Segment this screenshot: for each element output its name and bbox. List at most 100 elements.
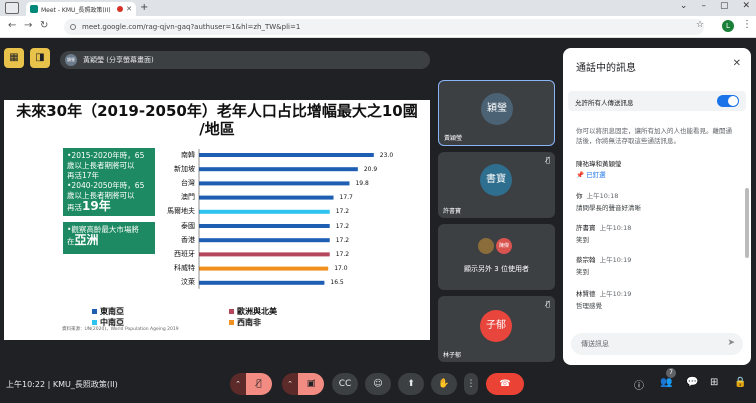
more-options-button[interactable]: ⋮ bbox=[464, 373, 478, 395]
message-body: 笑到 bbox=[576, 236, 589, 244]
value-label: 17.2 bbox=[335, 208, 350, 216]
bar-0 bbox=[199, 153, 374, 157]
bar-8 bbox=[199, 266, 329, 271]
participant-tile[interactable]: 🎙̸ 書寶 許書寶 bbox=[438, 152, 555, 218]
bar-1 bbox=[199, 167, 358, 172]
participant-tile[interactable]: 穎瑩 黃穎瑩 bbox=[438, 80, 555, 146]
forward-icon[interactable]: → bbox=[24, 20, 32, 31]
pinned-label: 已釘選 bbox=[586, 171, 606, 179]
site-info-icon[interactable] bbox=[70, 24, 76, 30]
back-icon[interactable]: ← bbox=[8, 20, 16, 31]
tab-search-icon[interactable] bbox=[5, 2, 19, 14]
host-controls-icon[interactable]: 🔒 bbox=[734, 377, 746, 388]
message-time: 上午10:19 bbox=[599, 256, 632, 264]
chat-message: 林賢德 上午10:19 哲理感覺 bbox=[576, 288, 736, 310]
participant-tile[interactable]: 🎙̸ 子郁 林子郁 bbox=[438, 296, 555, 362]
bar-7 bbox=[199, 252, 330, 257]
meeting-details-icon[interactable]: ⓘ bbox=[634, 377, 644, 392]
chat-message: 蔡宗翰 上午10:19 笑到 bbox=[576, 254, 736, 276]
legend-swatch bbox=[229, 320, 234, 325]
raise-hand-button[interactable]: ✋ bbox=[431, 373, 457, 395]
activities-icon[interactable]: ⊞ bbox=[710, 377, 718, 388]
pin-presentation-icon[interactable]: ◨ bbox=[30, 48, 50, 68]
maximize-icon[interactable]: ▢ bbox=[720, 1, 729, 11]
others-tile[interactable]: 陳傑 顯示另外 3 位使用者 bbox=[438, 224, 555, 290]
leave-call-button[interactable]: ☎ bbox=[486, 373, 524, 395]
category-label: 新加坡 bbox=[174, 164, 195, 173]
layout-icon[interactable]: ▦ bbox=[4, 48, 24, 68]
captions-icon: CC bbox=[338, 379, 352, 389]
legend-item: 歐洲與北美 bbox=[229, 306, 277, 317]
shared-slide: 未來30年（2019-2050年）老年人口占比增幅最大之10國 /地區 •201… bbox=[4, 100, 430, 340]
more-vert-icon: ⋮ bbox=[466, 379, 476, 389]
message-time: 上午10:19 bbox=[599, 290, 632, 298]
meeting-info: 上午10:22 | KMU_長照政策(II) bbox=[6, 380, 118, 389]
bookmark-star-icon[interactable]: ☆ bbox=[696, 20, 704, 30]
close-window-icon[interactable]: ✕ bbox=[742, 1, 750, 11]
participant-avatar: 陳傑 bbox=[496, 238, 512, 254]
hand-icon: ✋ bbox=[438, 379, 450, 389]
mic-off-icon: 🎙̸ bbox=[545, 300, 550, 308]
present-button[interactable]: ⬆ bbox=[398, 373, 424, 395]
message-header: 林賢德 上午10:19 bbox=[576, 288, 736, 298]
chat-scrollbar[interactable] bbox=[745, 188, 749, 258]
legend-label: 西南非 bbox=[237, 318, 261, 327]
message-body: 請問學長的聲音好清晰 bbox=[576, 204, 641, 212]
new-tab-icon[interactable]: + bbox=[140, 2, 148, 13]
value-label: 16.5 bbox=[330, 279, 344, 287]
message-sender: 許書寶 bbox=[576, 224, 596, 232]
recording-indicator-icon bbox=[117, 6, 124, 12]
message-input[interactable]: 傳送訊息 ➤ bbox=[571, 333, 743, 355]
send-icon[interactable]: ➤ bbox=[727, 338, 735, 348]
camera-off-icon: ▣̸ bbox=[306, 379, 316, 389]
present-screen-icon: ⬆ bbox=[407, 379, 415, 389]
video-options-icon[interactable]: ⌃ bbox=[282, 373, 298, 395]
minimize-icon[interactable]: – bbox=[701, 1, 706, 11]
category-label: 馬爾地夫 bbox=[167, 207, 195, 216]
captions-button[interactable]: CC bbox=[332, 373, 358, 395]
reload-icon[interactable]: ↻ bbox=[40, 20, 48, 31]
emoji-icon: ☺ bbox=[373, 379, 383, 389]
reactions-button[interactable]: ☺ bbox=[365, 373, 391, 395]
control-bar: 上午10:22 | KMU_長照政策(II) ⌃ 🎙̸ ⌃ ▣̸ CC ☺ ⬆ … bbox=[0, 368, 756, 400]
legend-item: 西南非 bbox=[229, 317, 261, 328]
mic-off-icon: 🎙̸ bbox=[545, 156, 550, 164]
toggle-knob bbox=[728, 96, 738, 106]
allow-messages-row: 允許所有人傳送訊息 bbox=[568, 91, 746, 111]
browser-tab-bar: Meet - KMU_長照政策(II) ✕ + ⌄ – ▢ ✕ bbox=[0, 0, 756, 16]
value-label: 23.0 bbox=[379, 151, 394, 159]
message-sender: 蔡宗翰 bbox=[576, 256, 596, 264]
audio-options-icon[interactable]: ⌃ bbox=[230, 373, 246, 395]
others-count-label: 顯示另外 3 位使用者 bbox=[464, 265, 529, 273]
close-tab-icon[interactable]: ✕ bbox=[126, 5, 132, 13]
browser-menu-icon[interactable]: ⋮ bbox=[742, 19, 752, 30]
chat-message: 陳祐瑋和黃穎瑩 📌 已釘選 bbox=[576, 158, 736, 179]
chat-title: 通話中的訊息 bbox=[576, 63, 636, 74]
category-label: 泰國 bbox=[181, 221, 195, 230]
legend-item: 東南亞 bbox=[92, 306, 124, 317]
browser-tab[interactable]: Meet - KMU_長照政策(II) ✕ bbox=[26, 2, 136, 16]
participant-name: 許書寶 bbox=[443, 208, 462, 215]
mic-toggle-button[interactable]: 🎙̸ bbox=[246, 373, 272, 395]
url-field[interactable]: meet.google.com/rag-qjvn-gaq?authuser=1&… bbox=[64, 19, 704, 35]
profile-avatar[interactable]: L bbox=[722, 20, 734, 32]
category-label: 汶萊 bbox=[181, 278, 195, 287]
pinned-link[interactable]: 📌 已釘選 bbox=[576, 169, 736, 179]
legend-label: 東南亞 bbox=[100, 307, 124, 316]
value-label: 17.2 bbox=[335, 222, 350, 230]
participant-avatar: 穎瑩 bbox=[481, 93, 513, 125]
window-controls: ⌄ – ▢ ✕ bbox=[680, 1, 750, 11]
close-panel-icon[interactable]: ✕ bbox=[733, 58, 741, 69]
url-text: meet.google.com/rag-qjvn-gaq?authuser=1&… bbox=[82, 23, 301, 31]
category-label: 澳門 bbox=[181, 193, 195, 202]
presenter-label: 黃穎瑩 (分享螢幕畫面) bbox=[83, 56, 154, 64]
allow-messages-label: 允許所有人傳送訊息 bbox=[575, 99, 634, 107]
legend-swatch bbox=[229, 309, 234, 314]
chat-message: 許書寶 上午10:18 笑到 bbox=[576, 222, 736, 244]
camera-toggle-button[interactable]: ▣̸ bbox=[298, 373, 324, 395]
allow-messages-toggle[interactable] bbox=[717, 95, 739, 107]
participant-count-badge: 7 bbox=[666, 368, 676, 378]
chat-icon[interactable]: 💬 bbox=[686, 377, 698, 388]
tab-list-icon[interactable]: ⌄ bbox=[680, 1, 688, 11]
people-icon[interactable]: 👥 bbox=[660, 377, 672, 388]
